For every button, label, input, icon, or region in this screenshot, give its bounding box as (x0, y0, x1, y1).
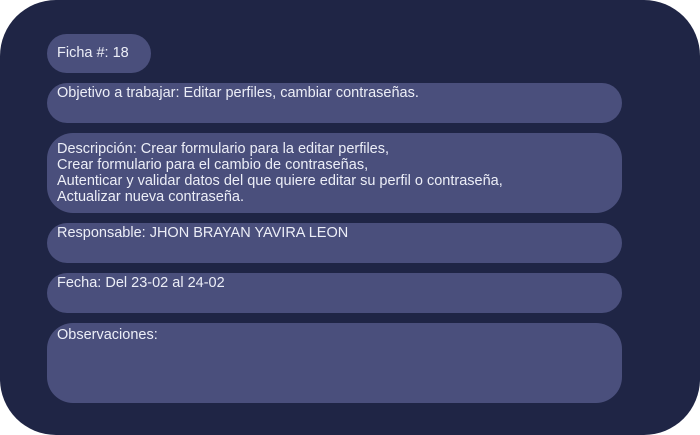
description-field: Descripción: Crear formulario para la ed… (47, 133, 622, 213)
ficha-number-badge: Ficha #: 18 (47, 34, 151, 73)
objective-field: Objetivo a trabajar: Editar perfiles, ca… (47, 83, 622, 123)
task-card: Ficha #: 18 Objetivo a trabajar: Editar … (0, 0, 700, 435)
date-field: Fecha: Del 23-02 al 24-02 (47, 273, 622, 313)
responsible-field: Responsable: JHON BRAYAN YAVIRA LEON (47, 223, 622, 263)
observations-field: Observaciones: (47, 323, 622, 403)
